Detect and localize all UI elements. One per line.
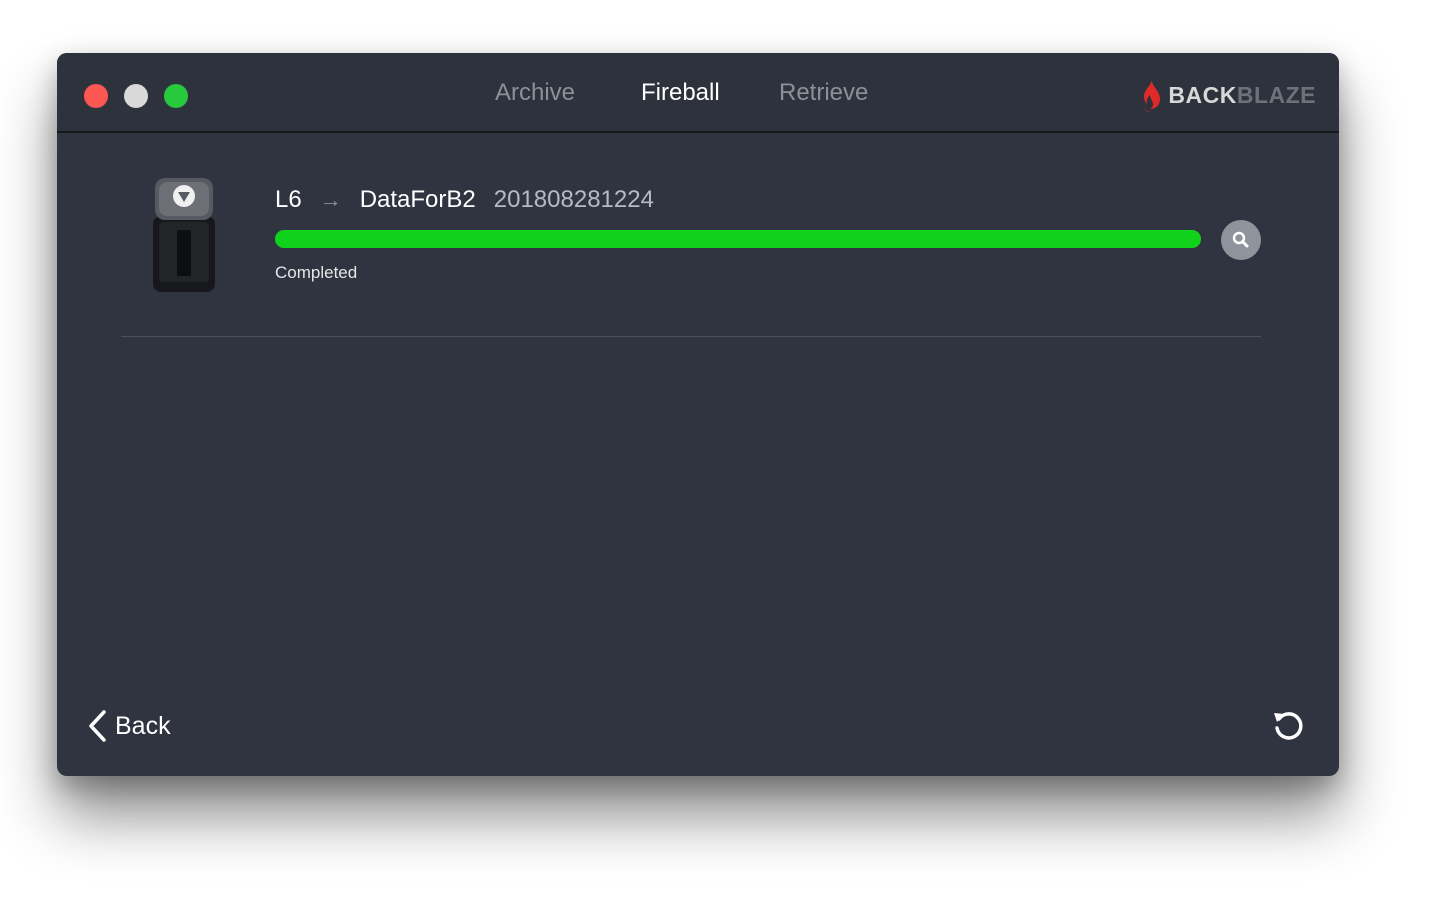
- tab-retrieve[interactable]: Retrieve: [779, 79, 868, 107]
- arrow-right-icon: →: [319, 187, 342, 212]
- tab-archive[interactable]: Archive: [495, 79, 575, 107]
- refresh-icon[interactable]: [1271, 708, 1307, 744]
- job-status: Completed: [275, 263, 358, 282]
- search-icon: [1232, 231, 1249, 248]
- search-button[interactable]: [1221, 220, 1261, 260]
- brand-text-blaze: BLAZE: [1236, 81, 1316, 108]
- job-source: L6: [275, 186, 302, 213]
- back-button[interactable]: Back: [87, 707, 171, 745]
- job-title: L6 → DataForB2 201808281224: [275, 183, 654, 217]
- fireball-device-icon: [153, 178, 215, 292]
- job-timestamp: 201808281224: [493, 186, 654, 213]
- job-destination: DataForB2: [359, 186, 476, 213]
- chevron-left-icon: [89, 710, 106, 742]
- progress-bar-fill: [275, 230, 1201, 248]
- divider: [121, 336, 1261, 337]
- flame-icon: [1142, 78, 1161, 112]
- brand-text-back: BACK: [1168, 81, 1237, 108]
- progress-bar: [275, 230, 1201, 248]
- backblaze-logo: BACK BLAZE: [1138, 75, 1316, 115]
- title-bar: Archive Fireball Retrieve BACK BLAZE: [57, 53, 1339, 133]
- transfer-job: L6 → DataForB2 201808281224 Completed: [149, 173, 1261, 293]
- back-label: Back: [115, 711, 171, 740]
- app-window: Archive Fireball Retrieve BACK BLAZE L6 →…: [57, 53, 1339, 776]
- tab-fireball[interactable]: Fireball: [641, 79, 720, 107]
